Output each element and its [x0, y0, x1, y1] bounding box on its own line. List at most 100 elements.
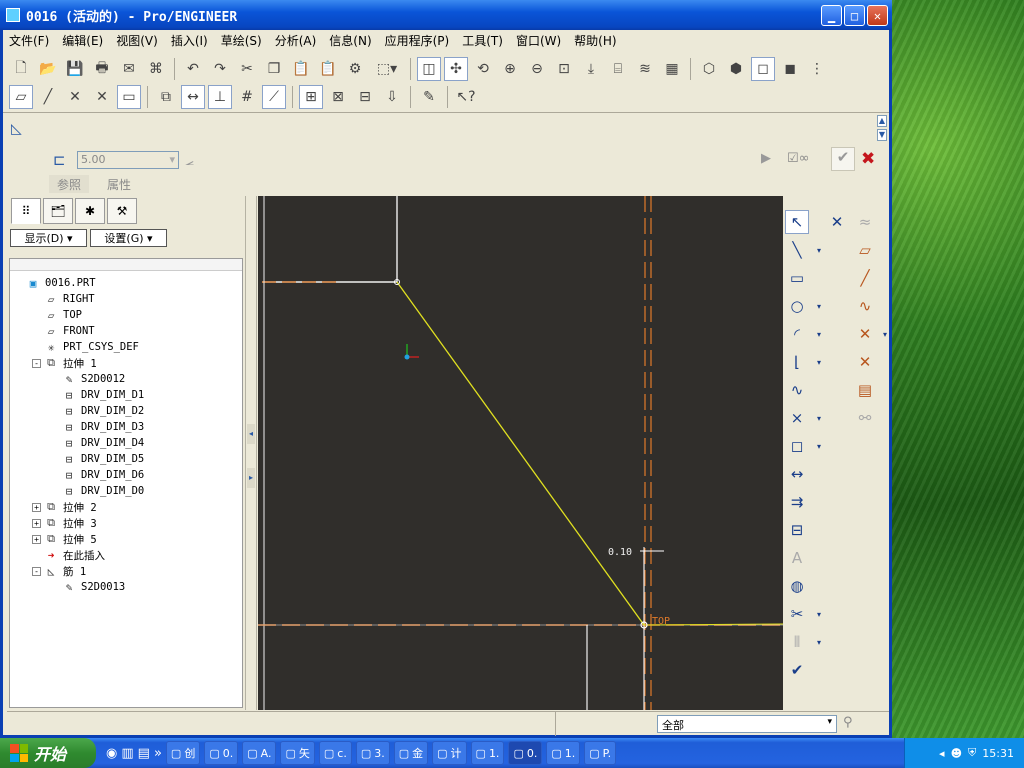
paste-special-icon[interactable]: 📋	[316, 57, 340, 81]
tree-item[interactable]: ⊟ DRV_DIM_D2	[10, 403, 242, 419]
tree-item[interactable]: ✎ S2D0013	[10, 579, 242, 595]
taskbar-button[interactable]: ▢ A.	[242, 741, 277, 765]
preview-checkbox[interactable]: ☑∞	[787, 151, 809, 166]
constraint-tool-icon[interactable]: ⊟	[785, 518, 809, 542]
regenerate-icon[interactable]: ⚙	[343, 57, 367, 81]
fillet-dropdown-icon[interactable]: ▾	[807, 350, 831, 374]
tree-item[interactable]: - ⧉ 拉伸 1	[10, 355, 242, 371]
selection-filter[interactable]: 全部 ▾	[657, 715, 837, 733]
layers-icon[interactable]: ≋	[633, 57, 657, 81]
model-tree-toggle-icon[interactable]: ⋮	[805, 57, 829, 81]
use-edge-dropdown-icon[interactable]: ▾	[807, 434, 831, 458]
expand-icon[interactable]: +	[32, 534, 41, 544]
no-hidden-icon[interactable]: ◻	[751, 57, 775, 81]
taskbar-button[interactable]: ▢ 0.	[508, 741, 543, 765]
tree-item[interactable]: + ⧉ 拉伸 5	[10, 531, 242, 547]
circle-dropdown-icon[interactable]: ▾	[807, 294, 831, 318]
delete-x-icon[interactable]: ✕	[825, 210, 849, 234]
tree-item[interactable]: ⊟ DRV_DIM_D5	[10, 451, 242, 467]
quick-launch-icon[interactable]: ◉	[106, 746, 117, 761]
taskbar-button[interactable]: ▢ 创	[165, 741, 201, 765]
trim-dropdown-icon[interactable]: ▾	[807, 602, 831, 626]
sketch-diagnostics-icon[interactable]: ⇩	[380, 85, 404, 109]
tree-item[interactable]: ⊟ DRV_DIM_D3	[10, 419, 242, 435]
taskbar-button[interactable]: ▢ 金	[393, 741, 429, 765]
done-check-icon[interactable]: ✔	[785, 658, 809, 682]
cut-icon[interactable]: ✂	[235, 57, 259, 81]
tree-item[interactable]: ⊟ DRV_DIM_D6	[10, 467, 242, 483]
quick-launch-icon[interactable]: ▥	[121, 746, 133, 761]
menu-analysis[interactable]: 分析(A)	[275, 32, 317, 49]
spline-curve-icon[interactable]: ∿	[853, 294, 877, 318]
tree-item[interactable]: + ⧉ 拉伸 3	[10, 515, 242, 531]
collapse-navigator-arrow[interactable]: ◂	[247, 424, 255, 444]
tree-item[interactable]: - ◺ 筋 1	[10, 563, 242, 579]
taskbar-button[interactable]: ▢ 1.	[470, 741, 505, 765]
zoom-in-icon[interactable]: ⊕	[498, 57, 522, 81]
maximize-button[interactable]: □	[844, 5, 865, 26]
send-mail-icon[interactable]: ✉	[117, 57, 141, 81]
taskbar-button[interactable]: ▢ c.	[318, 741, 352, 765]
graphics-window[interactable]: 0.10 TOP	[258, 196, 784, 710]
rectangle-tool-icon[interactable]: ▭	[785, 266, 809, 290]
minimize-button[interactable]: ▁	[821, 5, 842, 26]
cancel-x-icon[interactable]: ✖	[861, 149, 875, 169]
tree-item[interactable]: ⊟ DRV_DIM_D0	[10, 483, 242, 499]
sketch-view-icon[interactable]: ◫	[417, 57, 441, 81]
show-dropdown[interactable]: 显示(D) ▾	[10, 229, 87, 247]
collapse-icon[interactable]: -	[32, 358, 41, 368]
favorites-tab-icon[interactable]: ✱	[75, 198, 105, 224]
clock[interactable]: 15:31	[982, 747, 1014, 760]
selection-box-icon[interactable]: ⬚▾	[370, 57, 404, 81]
wireframe-icon[interactable]: ⬡	[697, 57, 721, 81]
rib-sketch-line[interactable]	[396, 281, 645, 626]
sketcher-palette-icon[interactable]: ✎	[417, 85, 441, 109]
spline-tool-icon[interactable]: ∿	[785, 378, 809, 402]
panel-splitter[interactable]: ◂ ▸	[245, 196, 257, 710]
tree-item[interactable]: ➜ 在此插入	[10, 547, 242, 563]
redo-icon[interactable]: ↷	[208, 57, 232, 81]
fillet-tool-icon[interactable]: ⌊	[785, 350, 809, 374]
taskbar-button[interactable]: ▢ 计	[432, 741, 467, 765]
sketch-canvas[interactable]: 0.10 TOP	[258, 196, 784, 710]
tree-item[interactable]: + ⧉ 拉伸 2	[10, 499, 242, 515]
mirror-dropdown-icon[interactable]: ▾	[807, 630, 831, 654]
menu-file[interactable]: 文件(F)	[9, 32, 49, 49]
highlight-open-ends-icon[interactable]: ⊠	[326, 85, 350, 109]
datum-plane-display-icon[interactable]: ▱	[9, 85, 33, 109]
thickness-combo[interactable]: 5.00 ▾	[77, 151, 179, 169]
csys-display-icon[interactable]: ✕	[90, 85, 114, 109]
menu-help[interactable]: 帮助(H)	[574, 32, 616, 49]
orient-mode-icon[interactable]: ⟲	[471, 57, 495, 81]
shade-closed-loops-icon[interactable]: ⊞	[299, 85, 323, 109]
tree-item[interactable]: ▣ 0016.PRT	[10, 275, 242, 291]
connections-tab-icon[interactable]: ⚒	[107, 198, 137, 224]
taskbar-button[interactable]: ▢ 0.	[204, 741, 239, 765]
centerline-icon[interactable]: ╱	[853, 266, 877, 290]
text-tool-icon[interactable]: A	[785, 546, 809, 570]
datum-point-display-icon[interactable]: ✕	[63, 85, 87, 109]
taskbar-button[interactable]: ▢ P.	[584, 741, 617, 765]
dimension-ruler-icon[interactable]: ▤	[853, 378, 877, 402]
menu-info[interactable]: 信息(N)	[329, 32, 371, 49]
close-button[interactable]: ✕	[867, 5, 888, 26]
tree-item[interactable]: ▱ RIGHT	[10, 291, 242, 307]
mirror-tool-icon[interactable]: ⫴	[785, 630, 809, 654]
arc-tool-icon[interactable]: ◜	[785, 322, 809, 346]
taskbar-button[interactable]: ▢ 1.	[546, 741, 581, 765]
dashboard-scroll-down[interactable]: ▼	[877, 129, 887, 141]
menu-insert[interactable]: 插入(I)	[171, 32, 208, 49]
construction-plane-icon[interactable]: ▱	[853, 238, 877, 262]
menu-edit[interactable]: 编辑(E)	[62, 32, 103, 49]
link-icon[interactable]: ⚯	[853, 406, 877, 430]
menu-applications[interactable]: 应用程序(P)	[385, 32, 450, 49]
print-icon[interactable]: 🖶	[90, 57, 114, 81]
paste-icon[interactable]: 📋	[289, 57, 313, 81]
new-file-icon[interactable]: 🗋	[9, 57, 33, 81]
flip-direction-icon[interactable]: ⦟	[185, 151, 194, 169]
whats-this-help-icon[interactable]: ↖?	[454, 85, 478, 109]
tree-item[interactable]: ⊟ DRV_DIM_D1	[10, 387, 242, 403]
pause-icon[interactable]: ▶	[761, 151, 771, 166]
taskbar-button[interactable]: ▢ 3.	[355, 741, 390, 765]
dimension-text[interactable]: 0.10	[608, 547, 632, 558]
